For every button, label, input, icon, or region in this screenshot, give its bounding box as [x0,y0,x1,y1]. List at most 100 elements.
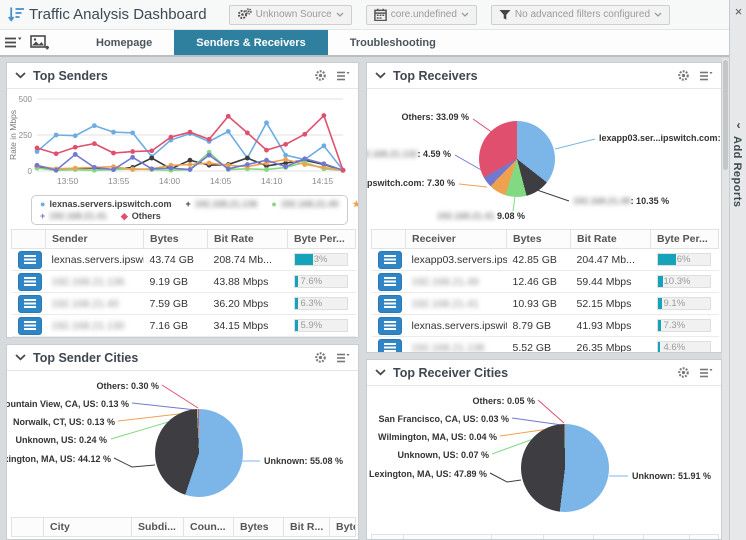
export-menu-icon[interactable] [699,70,713,82]
col-byte-percent[interactable]: Byte Per... [651,230,719,249]
source-dropdown[interactable]: Unknown Source [229,5,352,25]
tab-troubleshooting[interactable]: Troubleshooting [328,30,458,55]
collapse-chevron-icon[interactable] [15,354,26,361]
date-range-dropdown[interactable]: core.undefined [366,5,477,25]
table-row[interactable]: 192.168.21.49 12.46 GB 59.44 Mbps 10.3% [372,271,719,293]
table-row[interactable]: 192.168.21.136 9.19 GB 43.88 Mbps 7.6% [12,271,356,293]
svg-text:13:50: 13:50 [57,176,79,186]
vertical-scrollbar[interactable] [722,58,729,540]
senders-chart-legend: ●lexnas.servers.ipswitch.com +192.168.21… [31,195,348,225]
row-menu-button[interactable] [18,273,42,291]
byte-percent-bar: 6.3% [294,297,348,310]
svg-text:14:05: 14:05 [210,176,232,186]
col-city[interactable]: City [404,535,492,540]
table-row[interactable]: 192.168.21.138 5.52 GB 26.35 Mbps 4.6% [372,337,719,354]
byte-percent-bar: 4.6% [657,341,711,353]
legend-item: +192.168.21.41 [40,210,107,222]
svg-text:500: 500 [19,95,33,104]
row-menu-button[interactable] [378,295,402,313]
add-reports-label: Add Reports [731,136,743,208]
senders-line-chart: 025050013:5013:5514:0014:0514:1014:15Rat… [7,89,358,193]
legend-item: ●192.168.21.49 [271,198,338,210]
close-icon[interactable]: × [730,4,746,20]
table-row-clipped[interactable] [12,337,356,339]
gear-icon[interactable] [314,351,327,364]
col-bitrate[interactable]: Bit Rate [571,230,651,249]
pie [521,424,609,512]
table-row[interactable]: lexnas.servers.ipswitch.com 43.74 GB 208… [12,249,356,271]
table-row[interactable]: lexapp03.servers.ipswitch.... 42.85 GB 2… [372,249,719,271]
row-menu-button[interactable] [18,317,42,335]
chevron-down-icon [654,12,662,17]
row-menu-button[interactable] [378,317,402,335]
col-bytes[interactable]: Bytes [234,518,284,537]
col-receiver[interactable]: Receiver [406,230,507,249]
table-row[interactable]: 192.168.21.41 10.93 GB 52.15 Mbps 9.1% [372,293,719,315]
pie-label: lexapp03.ser...ipswitch.com: 35 [599,133,722,143]
chevron-left-icon: ‹ [730,118,746,132]
app-window: Traffic Analysis Dashboard Unknown Sourc… [0,0,746,540]
col-bitrate[interactable]: Bit Rate [208,230,288,249]
row-menu-button[interactable] [378,251,402,269]
row-menu-button[interactable] [18,251,42,269]
gears-icon [237,8,252,21]
collapse-chevron-icon[interactable] [15,72,26,79]
col-city[interactable]: City [44,518,132,537]
export-menu-icon[interactable] [699,367,713,379]
row-menu-button[interactable] [18,295,42,313]
panel-header: Top Sender Cities [7,345,358,371]
pie-label: Others: 33.09 % [401,112,469,122]
report-tab-bar: Homepage Senders & Receivers Troubleshoo… [0,30,729,57]
gear-icon[interactable] [677,69,690,82]
panel-title: Top Receiver Cities [393,366,508,380]
gear-icon[interactable] [314,69,327,82]
traffic-analysis-logo-icon [8,6,25,24]
col-bytes[interactable]: Bytes [144,230,208,249]
svg-text:Rate in Mbps: Rate in Mbps [8,110,18,160]
panel-top-receiver-cities: Top Receiver Cities Others: 0.05 % San F… [366,359,722,540]
add-image-icon[interactable] [26,30,52,55]
col-country[interactable]: Coun... [544,535,594,540]
scrollbar-thumb[interactable] [723,60,728,170]
legend-item: ★192.168.21.130 [352,198,359,210]
svg-text:14:15: 14:15 [312,176,334,186]
add-reports-rail[interactable]: × ‹ Add Reports [729,0,746,540]
row-menu-button[interactable] [378,339,402,354]
panel-header: Top Receiver Cities [367,360,721,386]
col-byte-percent[interactable]: Byte ... [690,535,719,540]
sender-cities-pie-chart: Others: 0.30 % Mountain View, CA, US: 0.… [7,371,358,517]
tab-homepage[interactable]: Homepage [74,30,174,55]
export-menu-icon[interactable] [336,70,350,82]
panel-header: Top Senders [7,63,358,89]
byte-percent-bar: 35.6% [657,253,711,266]
table-row[interactable]: 192.168.21.40 7.59 GB 36.20 Mbps 6.3% [12,293,356,315]
tab-senders-receivers[interactable]: Senders & Receivers [174,30,327,55]
col-bytes[interactable]: Bytes [594,535,644,540]
collapse-chevron-icon[interactable] [375,369,386,376]
col-bitrate[interactable]: Bit R... [644,535,690,540]
col-bytes[interactable]: Bytes [507,230,571,249]
advanced-filter-dropdown[interactable]: No advanced filters configured [491,5,670,25]
table-row[interactable]: 192.168.21.130 7.16 GB 34.15 Mbps 5.9% [12,315,356,337]
pie-label: Others: 0.05 % [472,396,535,406]
table-row[interactable]: lexnas.servers.ipswitch.com 8.79 GB 41.9… [372,315,719,337]
col-bitrate[interactable]: Bit R... [284,518,330,537]
gear-icon[interactable] [677,366,690,379]
export-menu-icon[interactable] [336,352,350,364]
pie-label: Mountain View, CA, US: 0.13 % [6,399,129,409]
col-country[interactable]: Coun... [184,518,234,537]
collapse-chevron-icon[interactable] [375,72,386,79]
pie-label: 192.168.21.132: 4.59 % [366,149,451,159]
col-byte-percent[interactable]: Byte Per... [288,230,356,249]
col-sender[interactable]: Sender [46,230,144,249]
legend-item: ◆Others [121,210,161,222]
col-subdivision[interactable]: Subdi... [132,518,184,537]
date-dropdown-label: core.undefined [391,9,457,20]
col-byte-percent[interactable]: Byte ... [330,518,356,537]
byte-percent-bar: 7.6% [294,275,348,288]
row-menu-button[interactable] [378,273,402,291]
col-subdivision[interactable]: Subdi... [492,535,544,540]
receivers-pie-chart: Others: 33.09 % lexapp03.ser...ipswitch.… [367,89,721,229]
legend-item: ●lexnas.servers.ipswitch.com [40,198,172,210]
report-list-icon[interactable] [0,30,26,55]
